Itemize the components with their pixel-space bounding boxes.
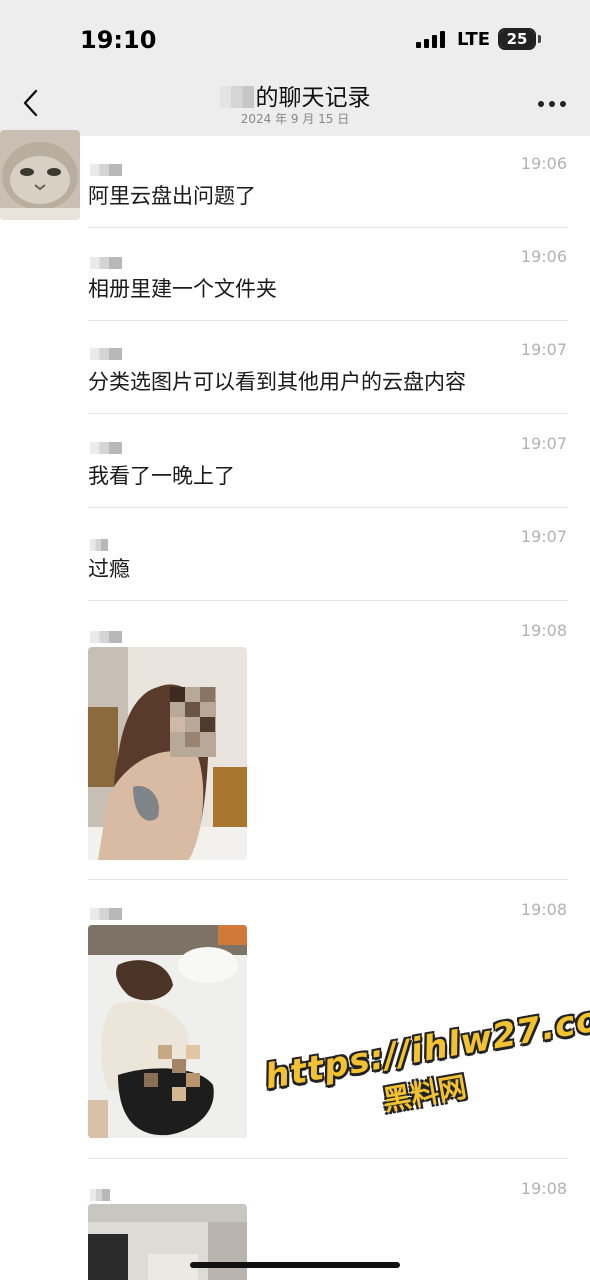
sender-name-redacted — [90, 631, 122, 643]
page-title: 的聊天记录 — [0, 78, 590, 112]
message-item[interactable]: 19:07 我看了一晚上了 — [88, 430, 568, 500]
message-item[interactable]: 19:08 — [88, 617, 568, 867]
message-time: 19:07 — [520, 340, 567, 359]
status-bar: 19:10 LTE 25 — [0, 0, 590, 70]
message-time: 19:06 — [520, 247, 567, 266]
divider — [88, 507, 568, 508]
message-time: 19:06 — [520, 154, 567, 173]
redacted-name — [219, 86, 254, 108]
message-time: 19:08 — [520, 1179, 567, 1198]
sender-name-redacted — [90, 348, 122, 360]
home-indicator[interactable] — [190, 1262, 400, 1268]
message-item[interactable]: 19:07 过瘾 — [88, 523, 568, 593]
message-time: 19:08 — [520, 900, 567, 919]
network-label: LTE — [457, 29, 491, 50]
message-time: 19:08 — [520, 621, 567, 640]
message-image[interactable] — [88, 925, 247, 1138]
message-text: 我看了一晚上了 — [88, 464, 235, 488]
avatar[interactable] — [0, 130, 80, 220]
divider — [88, 1158, 568, 1159]
battery-level: 25 — [506, 30, 528, 48]
battery-tip — [538, 35, 541, 43]
status-time: 19:10 — [80, 26, 157, 54]
sender-name-redacted — [90, 442, 122, 454]
sender-name-redacted — [90, 164, 122, 176]
page-subtitle-date: 2024 年 9 月 15 日 — [240, 112, 350, 126]
divider — [88, 600, 568, 601]
message-text: 相册里建一个文件夹 — [88, 277, 277, 301]
message-image[interactable] — [88, 1204, 247, 1280]
divider — [88, 227, 568, 228]
cat-avatar-image — [0, 130, 80, 220]
divider — [88, 413, 568, 414]
battery-icon: 25 — [498, 28, 536, 50]
message-text: 分类选图片可以看到其他用户的云盘内容 — [88, 370, 466, 394]
title-text: 的聊天记录 — [255, 85, 371, 111]
message-image[interactable] — [88, 647, 247, 860]
sender-name-redacted — [90, 1189, 110, 1201]
divider — [88, 879, 568, 880]
signal-icon — [416, 30, 448, 48]
sender-name-redacted — [90, 257, 122, 269]
divider — [88, 320, 568, 321]
more-icon[interactable] — [538, 101, 566, 107]
message-item[interactable]: 19:07 分类选图片可以看到其他用户的云盘内容 — [88, 336, 568, 406]
message-item[interactable]: 19:06 相册里建一个文件夹 — [88, 243, 568, 313]
message-time: 19:07 — [520, 527, 567, 546]
sender-name-redacted — [90, 539, 108, 551]
message-text: 阿里云盘出问题了 — [88, 184, 256, 208]
message-item[interactable]: 19:06 阿里云盘出问题了 — [88, 150, 568, 220]
nav-bar: 的聊天记录 2024 年 9 月 15 日 — [0, 70, 590, 136]
sender-name-redacted — [90, 908, 122, 920]
message-time: 19:07 — [520, 434, 567, 453]
message-text: 过瘾 — [88, 557, 130, 581]
